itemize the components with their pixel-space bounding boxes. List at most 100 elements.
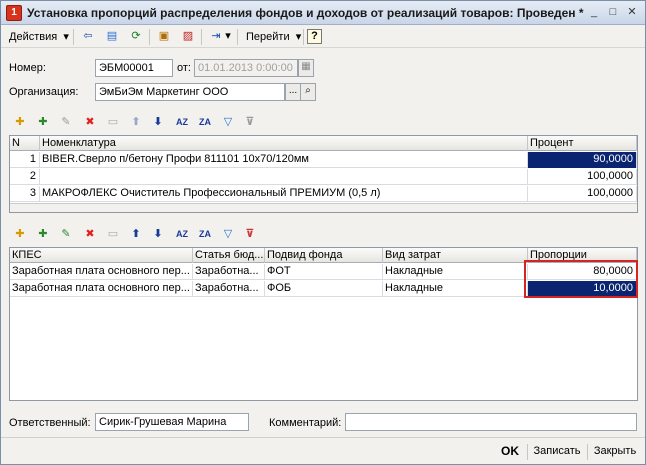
filter-icon[interactable]: ▽ [219, 114, 237, 131]
column-budget-item[interactable]: Статья бюд... [193, 248, 265, 263]
document-window: 1 Установка пропорций распределения фонд… [0, 0, 646, 465]
clear-filter-icon[interactable]: ⊽ [241, 226, 259, 243]
fund-subtype-cell[interactable]: ФОТ [265, 264, 383, 280]
toolbar-separator [303, 29, 304, 45]
back-icon[interactable]: ⇦ [79, 29, 97, 45]
chevron-down-icon[interactable]: ▾ [223, 29, 233, 45]
responsible-label: Ответственный: [9, 417, 91, 429]
end-edit-icon[interactable]: ▭ [104, 226, 122, 243]
budget-item-cell[interactable]: Заработна... [193, 264, 265, 280]
move-down-icon[interactable]: ⬇ [149, 114, 167, 131]
kpes-cell[interactable]: Заработная плата основного пер... [10, 281, 193, 297]
divider [1, 437, 645, 438]
column-cost-type[interactable]: Вид затрат [383, 248, 528, 263]
number-label: Номер: [9, 62, 46, 74]
title-bar: 1 Установка пропорций распределения фонд… [1, 1, 645, 25]
comment-field[interactable] [345, 413, 637, 431]
organization-label: Организация: [9, 86, 79, 98]
unpost-document-icon[interactable]: ▨ [179, 29, 197, 45]
column-kpes[interactable]: КПЕС [10, 248, 193, 263]
sort-desc-icon[interactable]: ZA [196, 114, 214, 131]
kpes-cell[interactable]: Заработная плата основного пер... [10, 264, 193, 280]
responsible-field[interactable]: Сирик-Грушевая Марина [95, 413, 249, 431]
chevron-down-icon: ▾ [292, 31, 302, 43]
clear-filter-icon[interactable]: ⊽ [241, 114, 259, 131]
nomenclature-cell[interactable] [40, 169, 528, 185]
edit-row-icon[interactable]: ✎ [57, 114, 75, 131]
toolbar-separator [237, 29, 238, 45]
sort-asc-icon[interactable]: AZ [173, 114, 191, 131]
nomenclature-cell[interactable]: BIBER.Сверло п/бетону Профи 811101 10х70… [40, 152, 528, 168]
chevron-down-icon: ▾ [60, 31, 69, 43]
table-row[interactable]: 2 100,0000 [10, 169, 637, 185]
add-row-icon[interactable]: ✚ [11, 226, 29, 243]
toolbar-separator [73, 29, 74, 45]
close-window-button[interactable]: ✕ [624, 5, 640, 20]
column-n[interactable]: N [10, 136, 40, 151]
column-percent[interactable]: Процент [528, 136, 637, 151]
delete-row-icon[interactable]: ✖ [81, 226, 99, 243]
goto-label: Перейти [246, 31, 290, 43]
actions-menu[interactable]: Действия ▾ [5, 28, 73, 46]
edit-row-icon[interactable]: ✎ [57, 226, 75, 243]
sort-asc-icon[interactable]: AZ [173, 226, 191, 243]
horizontal-scrollbar[interactable] [10, 203, 637, 212]
filter-icon[interactable]: ▽ [219, 226, 237, 243]
save-button[interactable]: Записать [530, 442, 584, 462]
select-button[interactable]: ... [285, 83, 301, 101]
move-up-icon[interactable]: ⬆ [127, 226, 145, 243]
move-down-icon[interactable]: ⬇ [149, 226, 167, 243]
goto-menu[interactable]: Перейти ▾ [242, 28, 305, 46]
row-number: 1 [10, 152, 40, 168]
budget-item-cell[interactable]: Заработна... [193, 281, 265, 297]
document-icon[interactable]: ▤ [103, 29, 121, 45]
percent-cell[interactable]: 100,0000 [528, 186, 637, 202]
organization-field[interactable]: ЭмБиЭм Маркетинг ООО [95, 83, 285, 101]
toolbar-separator [201, 29, 202, 45]
minimize-button[interactable]: _ [586, 5, 602, 20]
row-number: 3 [10, 186, 40, 202]
calendar-icon[interactable]: ▦ [298, 59, 314, 77]
window-title: Установка пропорций распределения фондов… [27, 6, 584, 20]
sort-desc-icon[interactable]: ZA [196, 226, 214, 243]
maximize-button[interactable]: □ [605, 5, 621, 20]
delete-row-icon[interactable]: ✖ [81, 114, 99, 131]
search-icon[interactable]: ⌕ [300, 83, 316, 101]
refresh-icon[interactable]: ⟳ [127, 29, 145, 45]
percent-cell[interactable]: 100,0000 [528, 169, 637, 185]
grid2-toolbar: ✚ ✚ ✎ ✖ ▭ ⬆ ⬇ AZ ZA ▽ ⊽ [9, 225, 639, 245]
grid1-toolbar: ✚ ✚ ✎ ✖ ▭ ⬆ ⬇ AZ ZA ▽ ⊽ [9, 113, 639, 133]
post-document-icon[interactable]: ▣ [155, 29, 173, 45]
end-edit-icon[interactable]: ▭ [104, 114, 122, 131]
help-icon[interactable]: ? [307, 29, 322, 44]
table-row[interactable]: 1 BIBER.Сверло п/бетону Профи 811101 10х… [10, 152, 637, 168]
copy-row-icon[interactable]: ✚ [34, 114, 52, 131]
percent-cell[interactable]: 90,0000 [528, 152, 637, 168]
date-label: от: [177, 62, 191, 74]
column-fund-subtype[interactable]: Подвид фонда [265, 248, 383, 263]
cost-type-cell[interactable]: Накладные [383, 264, 528, 280]
button-separator [587, 444, 588, 460]
toolbar-separator [149, 29, 150, 45]
nomenclature-table: N Номенклатура Процент 1 BIBER.Сверло п/… [9, 135, 638, 213]
move-up-icon[interactable]: ⬆ [127, 114, 145, 131]
date-field[interactable]: 01.01.2013 0:00:00 [194, 59, 298, 77]
table-row[interactable]: 3 МАКРОФЛЕКС Очиститель Профессиональный… [10, 186, 637, 202]
app-icon: 1 [6, 5, 22, 21]
add-row-icon[interactable]: ✚ [11, 114, 29, 131]
ok-button[interactable]: OK [495, 442, 525, 462]
main-toolbar: Действия ▾ ⇦ ▤ ⟳ ▣ ▨ ⇥ ▾ Перейти ▾ ? [1, 26, 645, 48]
fund-subtype-cell[interactable]: ФОБ [265, 281, 383, 297]
comment-label: Комментарий: [269, 417, 342, 429]
cost-type-cell[interactable]: Накладные [383, 281, 528, 297]
actions-label: Действия [9, 31, 58, 43]
highlight-frame [524, 260, 638, 298]
copy-row-icon[interactable]: ✚ [34, 226, 52, 243]
table-header: N Номенклатура Процент [10, 136, 637, 151]
column-nomenclature[interactable]: Номенклатура [40, 136, 528, 151]
number-field[interactable]: ЭБМ00001 [95, 59, 173, 77]
button-separator [527, 444, 528, 460]
row-number: 2 [10, 169, 40, 185]
close-button[interactable]: Закрыть [590, 442, 640, 462]
nomenclature-cell[interactable]: МАКРОФЛЕКС Очиститель Профессиональный П… [40, 186, 528, 202]
